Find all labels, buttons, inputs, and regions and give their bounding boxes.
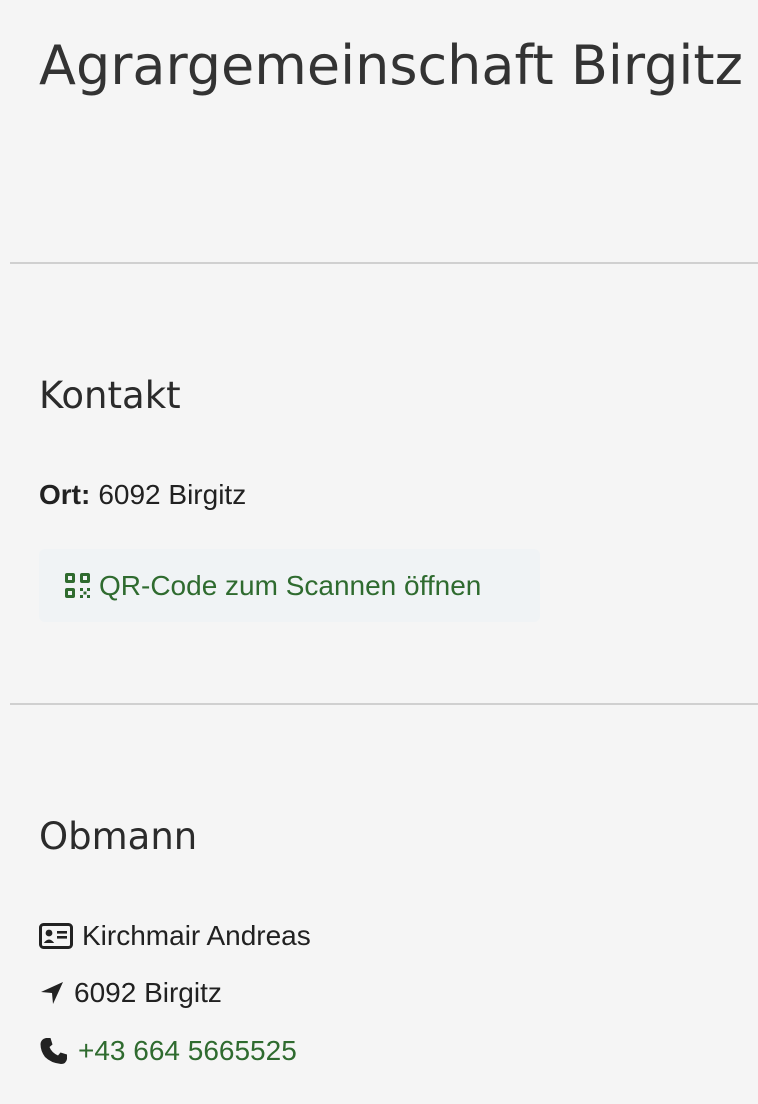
obmann-phone-row: +43 664 5665525 <box>39 1035 297 1067</box>
location-arrow-icon <box>39 980 65 1006</box>
obmann-name-row: Kirchmair Andreas <box>39 920 311 952</box>
qrcode-icon <box>65 573 90 598</box>
obmann-name: Kirchmair Andreas <box>82 920 311 951</box>
obmann-heading: Obmann <box>39 815 198 858</box>
contact-heading: Kontakt <box>39 374 181 417</box>
qr-code-button[interactable]: QR-Code zum Scannen öffnen <box>39 549 540 622</box>
id-card-icon <box>39 923 73 949</box>
obmann-location-row: 6092 Birgitz <box>39 977 222 1009</box>
qr-button-label: QR-Code zum Scannen öffnen <box>99 569 482 601</box>
obmann-phone-link[interactable]: +43 664 5665525 <box>78 1035 297 1067</box>
section-divider <box>10 703 758 705</box>
section-divider <box>10 262 758 264</box>
obmann-location: 6092 Birgitz <box>74 977 222 1008</box>
phone-icon <box>39 1036 69 1066</box>
ort-row: Ort: 6092 Birgitz <box>39 479 246 511</box>
ort-label: Ort: <box>39 479 91 510</box>
ort-value: 6092 Birgitz <box>98 479 247 510</box>
page-title: Agrargemeinschaft Birgitz <box>39 34 743 97</box>
